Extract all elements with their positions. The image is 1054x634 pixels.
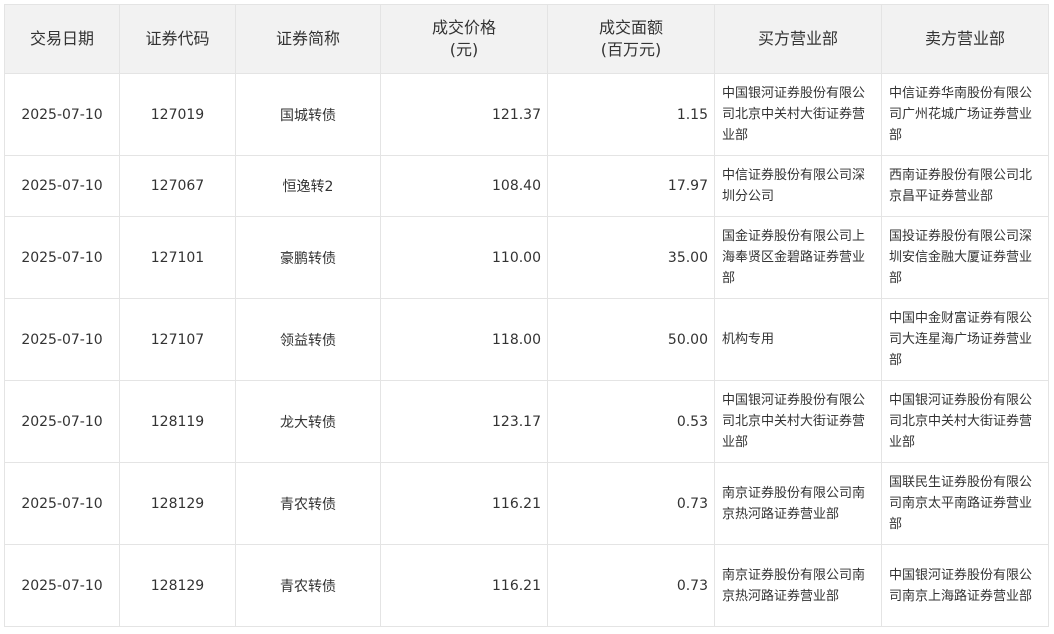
cell-trade-date: 2025-07-10 (4, 380, 120, 463)
cell-seller-branch: 国联民生证券股份有限公司南京太平南路证券营业部 (881, 462, 1049, 545)
cell-trade-amount: 0.73 (547, 544, 715, 627)
cell-security-name: 国城转债 (235, 73, 381, 156)
header-trade-amount[interactable]: 成交面额 (百万元) (547, 4, 715, 74)
table-row[interactable]: 2025-07-10 127019 国城转债 121.37 1.15 中国银河证券股份有限… (4, 73, 1049, 156)
table-row[interactable]: 2025-07-10 128129 青农转债 116.21 0.73 南京证券股份有限公司… (4, 462, 1049, 545)
table-row[interactable]: 2025-07-10 127067 恒逸转2 108.40 17.97 中信证券股份有限公… (4, 155, 1049, 217)
cell-security-code: 127067 (119, 155, 236, 217)
cell-trade-price: 116.21 (380, 462, 548, 545)
cell-trade-price: 121.37 (380, 73, 548, 156)
cell-seller-branch: 中国银河证券股份有限公司南京上海路证券营业部 (881, 544, 1049, 627)
cell-seller-branch: 中国银河证券股份有限公司北京中关村大街证券营业部 (881, 380, 1049, 463)
cell-trade-date: 2025-07-10 (4, 462, 120, 545)
header-security-name[interactable]: 证券简称 (235, 4, 381, 74)
table-header: 交易日期 证券代码 证券简称 成交价格 (元) 成交面额 (百万元) 买方营业部… (4, 4, 1049, 74)
cell-trade-price: 116.21 (380, 544, 548, 627)
cell-seller-branch: 西南证券股份有限公司北京昌平证券营业部 (881, 155, 1049, 217)
table-row[interactable]: 2025-07-10 127107 领益转债 118.00 50.00 机构专用 中国中金财… (4, 298, 1049, 381)
cell-security-name: 领益转债 (235, 298, 381, 381)
cell-buyer-branch: 南京证券股份有限公司南京热河路证券营业部 (714, 544, 882, 627)
cell-buyer-branch: 南京证券股份有限公司南京热河路证券营业部 (714, 462, 882, 545)
page: 交易日期 证券代码 证券简称 成交价格 (元) 成交面额 (百万元) 买方营业部… (0, 0, 1054, 634)
table-row[interactable]: 2025-07-10 128119 龙大转债 123.17 0.53 中国银河证券股份有限… (4, 380, 1049, 463)
header-seller-branch[interactable]: 卖方营业部 (881, 4, 1049, 74)
block-trade-table: 交易日期 证券代码 证券简称 成交价格 (元) 成交面额 (百万元) 买方营业部… (4, 4, 1049, 627)
cell-trade-date: 2025-07-10 (4, 298, 120, 381)
cell-trade-amount: 0.53 (547, 380, 715, 463)
cell-security-name: 青农转债 (235, 544, 381, 627)
cell-security-code: 127107 (119, 298, 236, 381)
cell-trade-date: 2025-07-10 (4, 73, 120, 156)
cell-buyer-branch: 国金证券股份有限公司上海奉贤区金碧路证券营业部 (714, 216, 882, 299)
header-security-code[interactable]: 证券代码 (119, 4, 236, 74)
cell-buyer-branch: 中国银河证券股份有限公司北京中关村大街证券营业部 (714, 73, 882, 156)
cell-security-name: 恒逸转2 (235, 155, 381, 217)
header-trade-price[interactable]: 成交价格 (元) (380, 4, 548, 74)
cell-security-name: 豪鹏转债 (235, 216, 381, 299)
cell-trade-price: 108.40 (380, 155, 548, 217)
cell-trade-amount: 50.00 (547, 298, 715, 381)
cell-security-code: 127019 (119, 73, 236, 156)
cell-security-code: 128129 (119, 544, 236, 627)
cell-trade-price: 123.17 (380, 380, 548, 463)
table-row[interactable]: 2025-07-10 127101 豪鹏转债 110.00 35.00 国金证券股份有限公… (4, 216, 1049, 299)
cell-trade-price: 118.00 (380, 298, 548, 381)
cell-trade-date: 2025-07-10 (4, 216, 120, 299)
cell-buyer-branch: 机构专用 (714, 298, 882, 381)
cell-trade-date: 2025-07-10 (4, 155, 120, 217)
cell-security-name: 龙大转债 (235, 380, 381, 463)
header-trade-price-unit: (元) (449, 40, 479, 59)
cell-buyer-branch: 中信证券股份有限公司深圳分公司 (714, 155, 882, 217)
cell-trade-amount: 0.73 (547, 462, 715, 545)
cell-seller-branch: 中国中金财富证券有限公司大连星海广场证券营业部 (881, 298, 1049, 381)
cell-trade-amount: 17.97 (547, 155, 715, 217)
header-row: 交易日期 证券代码 证券简称 成交价格 (元) 成交面额 (百万元) 买方营业部… (4, 4, 1049, 74)
cell-trade-amount: 35.00 (547, 216, 715, 299)
cell-trade-amount: 1.15 (547, 73, 715, 156)
cell-trade-date: 2025-07-10 (4, 544, 120, 627)
cell-buyer-branch: 中国银河证券股份有限公司北京中关村大街证券营业部 (714, 380, 882, 463)
header-trade-amount-unit: (百万元) (600, 40, 662, 59)
header-buyer-branch[interactable]: 买方营业部 (714, 4, 882, 74)
header-trade-date[interactable]: 交易日期 (4, 4, 120, 74)
cell-seller-branch: 国投证券股份有限公司深圳安信金融大厦证券营业部 (881, 216, 1049, 299)
cell-security-code: 127101 (119, 216, 236, 299)
header-trade-price-label: 成交价格 (431, 18, 496, 37)
cell-trade-price: 110.00 (380, 216, 548, 299)
table-body: 2025-07-10 127019 国城转债 121.37 1.15 中国银河证券股份有限… (4, 73, 1049, 627)
header-trade-amount-label: 成交面额 (598, 18, 663, 37)
cell-security-code: 128119 (119, 380, 236, 463)
cell-security-code: 128129 (119, 462, 236, 545)
cell-security-name: 青农转债 (235, 462, 381, 545)
cell-seller-branch: 中信证券华南股份有限公司广州花城广场证券营业部 (881, 73, 1049, 156)
table-row[interactable]: 2025-07-10 128129 青农转债 116.21 0.73 南京证券股份有限公司… (4, 544, 1049, 627)
